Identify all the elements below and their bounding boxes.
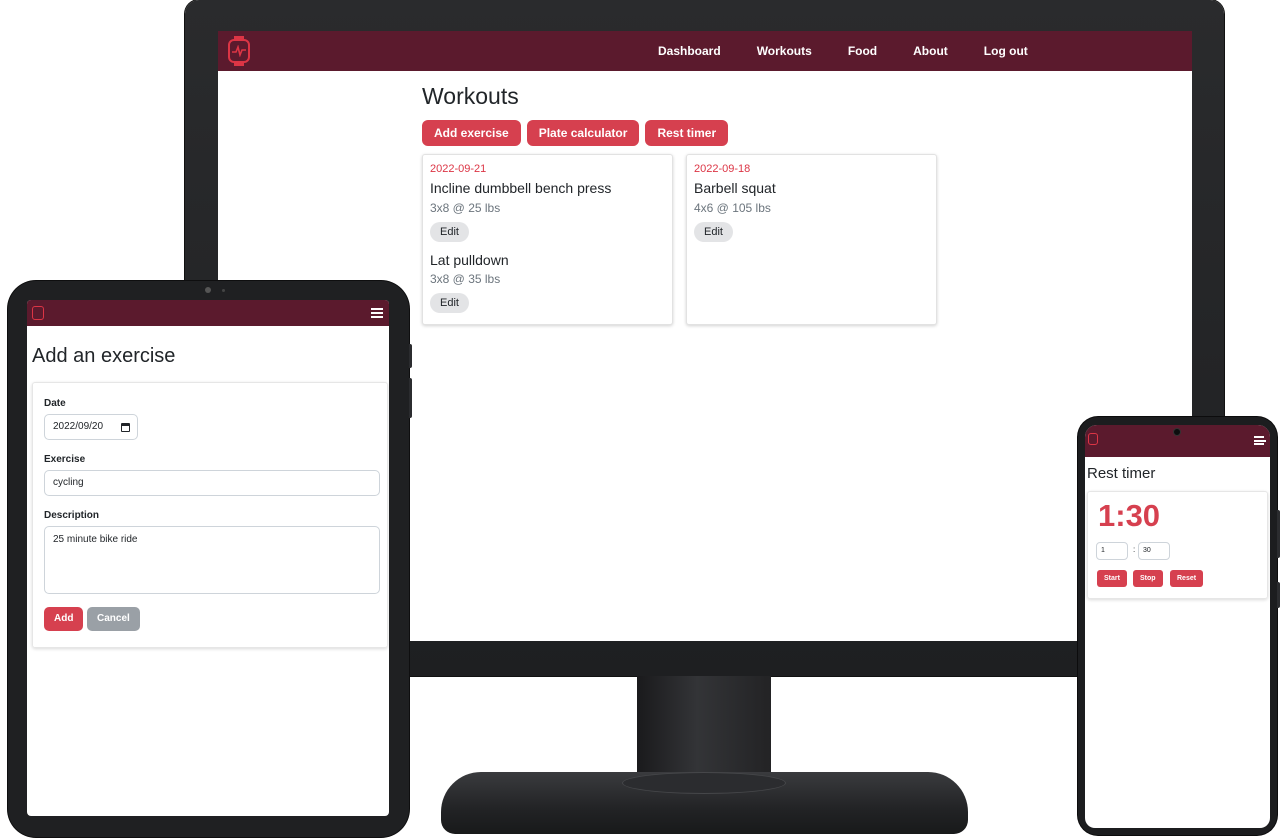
exercise-name: Barbell squat (694, 180, 776, 196)
seconds-value: 30 (1143, 547, 1151, 554)
cancel-button[interactable]: Cancel (87, 607, 140, 631)
exercise-description: 3x8 @ 25 lbs (430, 201, 501, 215)
page-title: Add an exercise (32, 345, 176, 367)
edit-button[interactable]: Edit (694, 222, 733, 242)
workout-card: 2022-09-18 Barbell squat 4x6 @ 105 lbs E… (686, 154, 937, 325)
tablet-navbar (27, 300, 389, 326)
date-field[interactable]: 2022/09/20 (44, 414, 138, 440)
add-button[interactable]: Add (44, 607, 84, 631)
edit-button[interactable]: Edit (430, 293, 469, 313)
smartwatch-logo-icon[interactable] (1088, 433, 1098, 445)
phone-screen: Rest timer 1:30 1 : 30 Start Stop Reset (1085, 425, 1270, 828)
workout-card: 2022-09-21 Incline dumbbell bench press … (422, 154, 673, 325)
seconds-input[interactable]: 30 (1138, 542, 1170, 560)
exercise-description: 3x8 @ 35 lbs (430, 272, 501, 286)
tablet-side-button (409, 344, 412, 368)
hamburger-menu-icon[interactable] (1254, 436, 1266, 445)
date-value: 2022/09/20 (53, 421, 104, 432)
start-button[interactable]: Start (1097, 570, 1127, 587)
nav-links: Dashboard Workouts Food About Log out (658, 31, 1064, 71)
nav-food[interactable]: Food (848, 44, 877, 58)
plate-calculator-button[interactable]: Plate calculator (526, 120, 640, 146)
nav-about[interactable]: About (913, 44, 948, 58)
tablet-sensor (222, 289, 225, 292)
tablet-screen: Add an exercise Date 2022/09/20 Exercise… (27, 300, 389, 816)
workout-date: 2022-09-18 (694, 163, 751, 175)
time-separator: : (1133, 545, 1136, 554)
phone-camera (1173, 428, 1181, 436)
page-title: Workouts (422, 83, 519, 109)
hamburger-menu-icon[interactable] (371, 308, 383, 318)
exercise-value: cycling (53, 477, 84, 488)
exercise-description: 4x6 @ 105 lbs (694, 201, 771, 215)
edit-button[interactable]: Edit (430, 222, 469, 242)
minutes-value: 1 (1101, 547, 1105, 554)
description-value: 25 minute bike ride (53, 534, 138, 545)
exercise-field[interactable]: cycling (44, 470, 380, 496)
workout-date: 2022-09-21 (430, 163, 487, 175)
nav-dashboard[interactable]: Dashboard (658, 44, 721, 58)
action-buttons: Add exercise Plate calculator Rest timer (422, 120, 734, 146)
smartwatch-logo-icon[interactable] (32, 306, 44, 320)
exercise-name: Incline dumbbell bench press (430, 180, 612, 196)
desktop-navbar: Dashboard Workouts Food About Log out (218, 31, 1192, 71)
monitor-stand-neck (637, 676, 771, 786)
rest-timer-card: 1:30 1 : 30 Start Stop Reset (1087, 491, 1268, 599)
minutes-input[interactable]: 1 (1096, 542, 1128, 560)
add-exercise-button[interactable]: Add exercise (422, 120, 521, 146)
reset-button[interactable]: Reset (1170, 570, 1204, 587)
timer-display: 1:30 (1098, 498, 1161, 533)
exercise-name: Lat pulldown (430, 252, 509, 268)
description-label: Description (44, 510, 100, 521)
tablet-side-button (409, 378, 412, 418)
tablet-camera (205, 287, 211, 293)
description-field[interactable]: 25 minute bike ride (44, 526, 380, 594)
page-title: Rest timer (1087, 465, 1156, 482)
smartwatch-logo-icon[interactable] (228, 36, 250, 66)
date-label: Date (44, 398, 66, 409)
monitor-stand-ring (622, 772, 786, 794)
nav-workouts[interactable]: Workouts (757, 44, 812, 58)
exercise-label: Exercise (44, 454, 86, 465)
nav-logout[interactable]: Log out (984, 44, 1028, 58)
add-exercise-form: Date 2022/09/20 Exercise cycling Descrip… (32, 382, 388, 648)
calendar-icon[interactable] (121, 423, 130, 432)
stop-button[interactable]: Stop (1133, 570, 1163, 587)
rest-timer-button[interactable]: Rest timer (645, 120, 729, 146)
